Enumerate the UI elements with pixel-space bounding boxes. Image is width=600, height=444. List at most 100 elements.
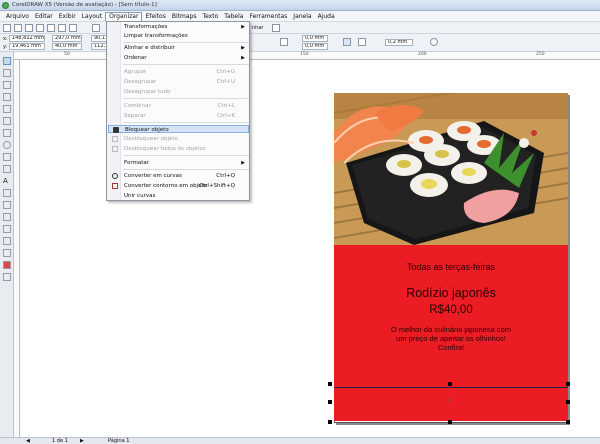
menu-item-converter-contorno[interactable]: Converter contorno em objeto Ctrl+Shift+… xyxy=(108,182,249,190)
menu-bitmaps[interactable]: Bitmaps xyxy=(169,12,200,21)
fill-tool-icon[interactable] xyxy=(3,261,11,269)
selection-handle[interactable] xyxy=(328,400,332,404)
cut-icon[interactable] xyxy=(47,24,55,32)
submenu-arrow-icon: ▶ xyxy=(241,55,245,61)
menu-item-formatar[interactable]: Formatar ▶ xyxy=(108,159,249,167)
menu-ferramentas[interactable]: Ferramentas xyxy=(246,12,290,21)
open-icon[interactable] xyxy=(14,24,22,32)
new-document-icon[interactable] xyxy=(3,24,11,32)
interactive-fill-tool-icon[interactable] xyxy=(3,273,11,281)
next-page-icon[interactable]: ▶ xyxy=(80,438,84,444)
width-field[interactable]: 297,0 mm xyxy=(52,35,82,42)
menu-item-desagrupar[interactable]: Desagrupar Ctrl+U xyxy=(108,78,249,86)
convert-curves-icon xyxy=(112,173,118,179)
sushi-photo[interactable] xyxy=(334,93,568,245)
zoom-tool-icon[interactable] xyxy=(3,93,11,101)
menu-item-desbloquear-objeto[interactable]: Desbloquear objeto xyxy=(108,135,249,143)
table-tool-icon[interactable] xyxy=(3,189,11,197)
unlock-icon xyxy=(112,136,118,142)
y-position-field[interactable]: 19,461 mm xyxy=(9,43,45,50)
print-icon[interactable] xyxy=(36,24,44,32)
offset-x-field[interactable]: 0,0 mm xyxy=(302,35,328,42)
ad-line-price[interactable]: R$40,00 xyxy=(334,304,568,316)
page-tab[interactable]: Página 1 xyxy=(108,438,129,444)
freehand-tool-icon[interactable] xyxy=(3,105,11,113)
rectangle-tool-icon[interactable] xyxy=(3,129,11,137)
menu-arquivo[interactable]: Arquivo xyxy=(3,12,32,21)
menu-item-agrupar[interactable]: Agrupar Ctrl+G xyxy=(108,68,249,76)
menu-exibir[interactable]: Exibir xyxy=(56,12,79,21)
selection-handle[interactable] xyxy=(448,382,452,386)
menu-item-transformacoes[interactable]: Transformações ▶ xyxy=(108,23,249,31)
copy-icon[interactable] xyxy=(58,24,66,32)
scale-x-field[interactable]: 90,1 xyxy=(91,35,107,42)
first-page-icon[interactable]: ◀ xyxy=(26,438,30,444)
menu-editar[interactable]: Editar xyxy=(32,12,56,21)
selection-handle[interactable] xyxy=(328,420,332,424)
outline-width-select[interactable]: 0,2 mm xyxy=(385,39,413,46)
x-position-field[interactable]: 148,812 mm xyxy=(9,35,45,42)
menu-item-desbloquear-todos[interactable]: Desbloquear todos os objetos xyxy=(108,145,249,153)
mirror-icon[interactable] xyxy=(280,38,288,46)
sushi-image-icon xyxy=(334,93,568,245)
offset-y-field[interactable]: 0,0 mm xyxy=(302,43,328,50)
menu-item-ordenar[interactable]: Ordenar ▶ xyxy=(108,54,249,62)
scale-y-field[interactable]: 112,1 xyxy=(91,43,107,50)
horizontal-ruler[interactable]: 50 100 150 200 250 xyxy=(14,52,600,60)
dimension-tool-icon[interactable] xyxy=(3,201,11,209)
menu-item-label: Alinhar e distribuir xyxy=(124,45,175,51)
ad-line-days[interactable]: Todas as terças-feiras xyxy=(334,262,568,272)
save-icon[interactable] xyxy=(25,24,33,32)
smart-fill-tool-icon[interactable] xyxy=(3,117,11,125)
menu-item-converter-curvas[interactable]: Converter em curvas Ctrl+Q xyxy=(108,172,249,180)
menu-item-label: Bloquear objeto xyxy=(125,127,169,133)
options-icon[interactable] xyxy=(272,24,280,32)
menu-janela[interactable]: Janela xyxy=(290,12,314,21)
polygon-tool-icon[interactable] xyxy=(3,153,11,161)
menu-ajuda[interactable]: Ajuda xyxy=(315,12,338,21)
lock-ratio-icon[interactable] xyxy=(358,38,366,46)
menu-item-separar[interactable]: Separar Ctrl+K xyxy=(108,112,249,120)
pick-tool-icon[interactable] xyxy=(3,57,11,65)
selection-handle[interactable] xyxy=(566,420,570,424)
menu-item-desagrupar-tudo[interactable]: Desagrupar tudo xyxy=(108,88,249,96)
selection-handle[interactable] xyxy=(566,400,570,404)
menu-item-bloquear-objeto[interactable]: Bloquear objeto xyxy=(108,125,249,133)
shape-tool-icon[interactable] xyxy=(3,69,11,77)
menu-shortcut: Ctrl+U xyxy=(216,79,235,85)
menu-item-alinhar-distribuir[interactable]: Alinhar e distribuir ▶ xyxy=(108,44,249,52)
outline-tool-icon[interactable] xyxy=(3,249,11,257)
selection-handle[interactable] xyxy=(448,420,452,424)
paste-icon[interactable] xyxy=(69,24,77,32)
height-field[interactable]: 40,0 mm xyxy=(52,43,82,50)
ad-line-title[interactable]: Rodízio japonês xyxy=(334,286,568,300)
selection-handle[interactable] xyxy=(328,382,332,386)
menu-item-label: Desbloquear todos os objetos xyxy=(124,146,206,152)
undo-icon[interactable] xyxy=(92,24,100,32)
menu-item-limpar-transformacoes[interactable]: Limpar transformações xyxy=(108,32,249,40)
y-label: y: xyxy=(3,44,8,50)
eyedropper-tool-icon[interactable] xyxy=(3,237,11,245)
menu-item-unir-curvas[interactable]: Unir curvas xyxy=(108,192,249,200)
menu-item-label: Transformações xyxy=(124,24,168,30)
crosshair-icon[interactable] xyxy=(430,38,438,46)
menu-texto[interactable]: Texto xyxy=(199,12,221,21)
basic-shapes-tool-icon[interactable] xyxy=(3,165,11,173)
menu-item-combinar[interactable]: Combinar Ctrl+L xyxy=(108,102,249,110)
selection-handle[interactable] xyxy=(566,382,570,386)
menu-layout[interactable]: Layout xyxy=(79,12,105,21)
snap-label[interactable]: nhar xyxy=(252,25,263,31)
menu-item-label: Combinar xyxy=(124,103,151,109)
menu-tabela[interactable]: Tabela xyxy=(221,12,246,21)
menu-efeitos[interactable]: Efeitos xyxy=(142,12,168,21)
blend-tool-icon[interactable] xyxy=(3,225,11,233)
standard-toolbar: nhar xyxy=(0,22,600,34)
text-tool-icon[interactable]: A xyxy=(3,177,11,185)
menu-item-label: Desagrupar tudo xyxy=(124,89,171,95)
ellipse-tool-icon[interactable] xyxy=(3,141,11,149)
menu-organizar[interactable]: Organizar xyxy=(105,11,143,21)
connector-tool-icon[interactable] xyxy=(3,213,11,221)
crop-tool-icon[interactable] xyxy=(3,81,11,89)
wrap-icon[interactable] xyxy=(343,38,351,46)
ad-body-text[interactable]: O melhor da culinária japonesa com um pr… xyxy=(334,325,568,352)
